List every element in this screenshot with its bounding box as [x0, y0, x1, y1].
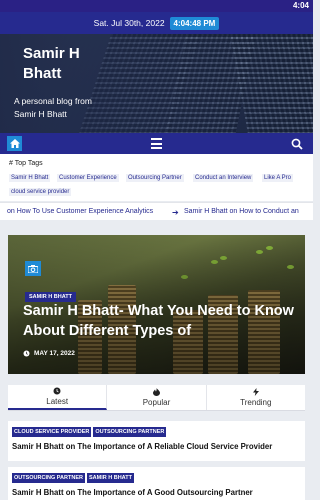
- tag-link[interactable]: Customer Experience: [57, 174, 119, 182]
- site-tagline: A personal blog from Samir H Bhatt: [14, 96, 92, 119]
- clock-icon: [53, 387, 61, 395]
- search-icon: [291, 138, 303, 150]
- date-bar: Sat. Jul 30th, 2022 4:04:48 PM: [0, 12, 313, 34]
- tab-trending[interactable]: Trending: [207, 385, 305, 410]
- ticker-item[interactable]: on How To Use Customer Experience Analyt…: [7, 208, 153, 215]
- list-item[interactable]: CLOUD SERVICE PROVIDER OUTSOURCING PARTN…: [8, 421, 305, 461]
- featured-title[interactable]: Samir H Bhatt- What You Need to Know Abo…: [23, 301, 303, 341]
- tab-latest[interactable]: Latest: [8, 385, 108, 410]
- news-ticker: on How To Use Customer Experience Analyt…: [0, 202, 313, 220]
- post-title[interactable]: Samir H Bhatt on The Importance of A Goo…: [12, 488, 302, 497]
- top-tags-heading: # Top Tags: [9, 160, 43, 167]
- site-title[interactable]: Samir H Bhatt: [23, 44, 103, 84]
- category-badge[interactable]: OUTSOURCING PARTNER: [12, 473, 85, 483]
- home-button[interactable]: [7, 136, 22, 151]
- category-badge[interactable]: SAMIR H BHATT: [86, 473, 134, 483]
- tag-link[interactable]: Samir H Bhatt: [9, 174, 51, 182]
- tag-link[interactable]: cloud service provider: [9, 188, 72, 196]
- featured-post[interactable]: SAMIR H BHATT Samir H Bhatt- What You Ne…: [8, 235, 305, 374]
- home-icon: [9, 139, 20, 148]
- current-date: Sat. Jul 30th, 2022: [93, 18, 165, 28]
- post-categories: OUTSOURCING PARTNER SAMIR H BHATT: [12, 473, 134, 483]
- post-categories: CLOUD SERVICE PROVIDER OUTSOURCING PARTN…: [12, 427, 167, 437]
- ticker-arrow-icon: ➔: [172, 208, 179, 217]
- status-time: 4:04: [292, 1, 309, 10]
- nav-bar: [0, 133, 313, 154]
- tab-label: Popular: [142, 398, 171, 407]
- current-time-badge: 4:04:48 PM: [169, 16, 220, 30]
- category-badge[interactable]: CLOUD SERVICE PROVIDER: [12, 427, 92, 437]
- tab-label: Trending: [240, 398, 272, 407]
- list-item[interactable]: OUTSOURCING PARTNER SAMIR H BHATT Samir …: [8, 467, 305, 500]
- bolt-icon: [252, 388, 259, 396]
- fire-icon: [152, 388, 160, 396]
- tag-link[interactable]: Like A Pro: [262, 174, 294, 182]
- tag-link[interactable]: Conduct an Interview: [193, 174, 254, 182]
- tag-link[interactable]: Outsourcing Partner: [126, 174, 184, 182]
- clock-icon: [23, 350, 30, 357]
- top-tags-section: # Top Tags Samir H Bhatt Customer Experi…: [0, 154, 313, 201]
- search-button[interactable]: [291, 137, 303, 150]
- tab-popular[interactable]: Popular: [107, 385, 207, 410]
- menu-icon[interactable]: [151, 138, 162, 149]
- top-tags-title: Top Tags: [14, 160, 43, 167]
- site-header: Samir H Bhatt A personal blog from Samir…: [0, 34, 313, 133]
- camera-icon: [25, 261, 41, 276]
- hash-icon: #: [9, 160, 13, 167]
- post-tabs: Latest Popular Trending: [8, 385, 305, 411]
- tab-label: Latest: [46, 397, 69, 406]
- status-bar: 4:04: [0, 0, 313, 12]
- category-badge[interactable]: OUTSOURCING PARTNER: [93, 427, 167, 437]
- featured-date-row: MAY 17, 2022: [23, 350, 75, 357]
- post-title[interactable]: Samir H Bhatt on The Importance of A Rel…: [12, 442, 302, 451]
- ticker-item[interactable]: Samir H Bhatt on How to Conduct an: [184, 208, 299, 215]
- featured-date: MAY 17, 2022: [34, 350, 75, 357]
